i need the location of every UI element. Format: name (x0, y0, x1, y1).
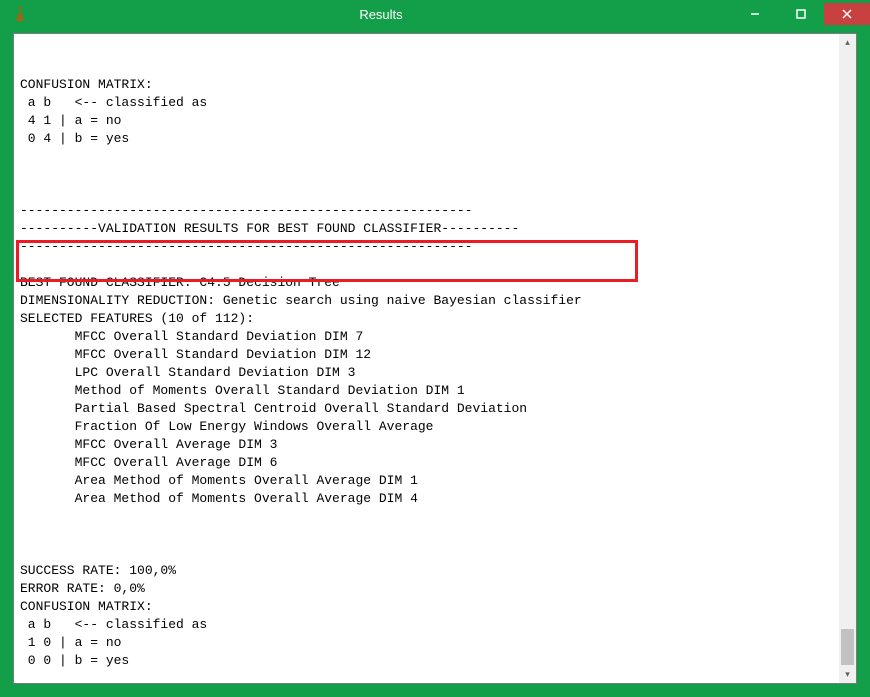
cm-row: 0 0 | b = yes (20, 653, 129, 668)
confusion-matrix-header: CONFUSION MATRIX: (20, 599, 153, 614)
feature-line: Partial Based Spectral Centroid Overall … (20, 401, 527, 416)
results-text-area[interactable]: CONFUSION MATRIX: a b <-- classified as … (14, 34, 839, 683)
validation-header: ----------VALIDATION RESULTS FOR BEST FO… (20, 221, 519, 236)
titlebar: Results (0, 0, 870, 28)
scroll-down-button[interactable]: ▾ (839, 666, 856, 683)
feature-line: MFCC Overall Standard Deviation DIM 12 (20, 347, 371, 362)
results-panel: CONFUSION MATRIX: a b <-- classified as … (13, 33, 857, 684)
feature-line: MFCC Overall Standard Deviation DIM 7 (20, 329, 363, 344)
feature-line: Method of Moments Overall Standard Devia… (20, 383, 465, 398)
success-rate: SUCCESS RATE: 100,0% (20, 563, 176, 578)
window-controls (732, 3, 870, 25)
separator: ----------------------------------------… (20, 203, 472, 218)
cm-row: 0 4 | b = yes (20, 131, 129, 146)
close-button[interactable] (824, 3, 870, 25)
vertical-scrollbar[interactable]: ▴ ▾ (839, 34, 856, 683)
maximize-button[interactable] (778, 3, 824, 25)
cm-header-row: a b <-- classified as (20, 95, 207, 110)
dimensionality-reduction-line: DIMENSIONALITY REDUCTION: Genetic search… (20, 293, 582, 308)
feature-line: Fraction Of Low Energy Windows Overall A… (20, 419, 433, 434)
cm-header-row: a b <-- classified as (20, 617, 207, 632)
feature-line: Area Method of Moments Overall Average D… (20, 491, 418, 506)
scroll-thumb[interactable] (841, 629, 854, 665)
error-rate: ERROR RATE: 0,0% (20, 581, 145, 596)
feature-line: MFCC Overall Average DIM 3 (20, 437, 277, 452)
scroll-up-button[interactable]: ▴ (839, 34, 856, 51)
separator: ----------------------------------------… (20, 239, 472, 254)
feature-line: MFCC Overall Average DIM 6 (20, 455, 277, 470)
feature-line: Area Method of Moments Overall Average D… (20, 473, 418, 488)
minimize-button[interactable] (732, 3, 778, 25)
cm-row: 1 0 | a = no (20, 635, 121, 650)
selected-features-header: SELECTED FEATURES (10 of 112): (20, 311, 254, 326)
confusion-matrix-header: CONFUSION MATRIX: (20, 77, 153, 92)
cm-row: 4 1 | a = no (20, 113, 121, 128)
java-app-icon (10, 4, 30, 24)
best-classifier-line: BEST FOUND CLASSIFIER: C4.5 Decision Tre… (20, 275, 340, 290)
feature-line: LPC Overall Standard Deviation DIM 3 (20, 365, 355, 380)
window-title: Results (30, 7, 732, 22)
